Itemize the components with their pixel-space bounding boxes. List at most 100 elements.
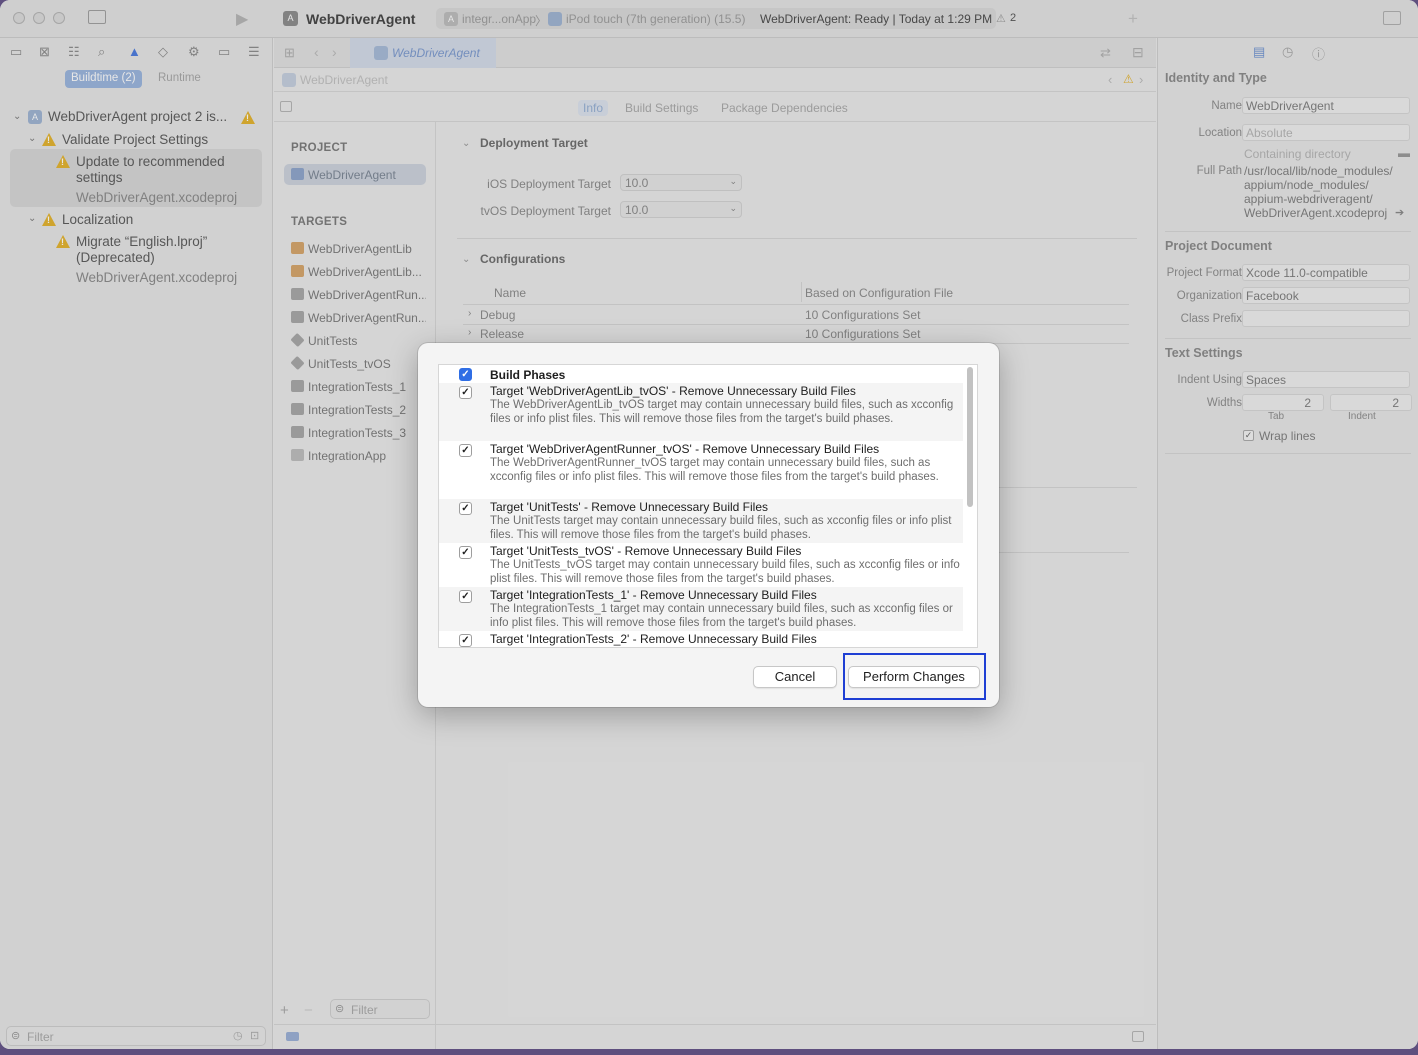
- warning-icon[interactable]: ⚠: [1123, 72, 1134, 86]
- folder-icon[interactable]: ▭: [10, 44, 22, 60]
- target-item[interactable]: UnitTests_tvOS: [284, 353, 426, 374]
- minimize-window-button[interactable]: [33, 12, 45, 24]
- symbol-icon[interactable]: ☷: [68, 44, 80, 60]
- source-control-icon[interactable]: ⊠: [39, 44, 50, 60]
- device-selector[interactable]: iPod touch (7th generation) (15.5): [566, 12, 745, 26]
- issue-update-settings[interactable]: Update to recommended settings: [76, 154, 246, 186]
- list-scrollbar[interactable]: [967, 367, 973, 507]
- tab-webdriveragent[interactable]: WebDriverAgent: [350, 38, 496, 68]
- add-target-icon[interactable]: +: [280, 1002, 289, 1019]
- breakpoint-icon[interactable]: ▭: [218, 44, 230, 60]
- target-item[interactable]: IntegrationTests_2: [284, 399, 426, 420]
- grid-icon[interactable]: ⊞: [284, 45, 295, 61]
- tab-package-dependencies[interactable]: Package Dependencies: [716, 100, 853, 116]
- issue-icon[interactable]: ▲: [128, 44, 141, 59]
- forward-icon[interactable]: ›: [332, 44, 337, 60]
- warning-filter-icon[interactable]: ⊡: [250, 1029, 259, 1042]
- project-item[interactable]: WebDriverAgent: [284, 164, 426, 185]
- test-icon[interactable]: ◇: [158, 44, 168, 60]
- close-window-button[interactable]: [13, 12, 25, 24]
- chevron-right-icon[interactable]: ›: [468, 327, 471, 338]
- target-item[interactable]: IntegrationTests_3: [284, 422, 426, 443]
- file-inspector-icon[interactable]: ▤: [1253, 44, 1265, 60]
- issue-migrate-lproj[interactable]: Migrate “English.lproj” (Deprecated): [76, 234, 236, 266]
- change-checkbox[interactable]: ✓: [459, 444, 472, 457]
- outline-toggle-icon[interactable]: [280, 101, 292, 112]
- target-item[interactable]: WebDriverAgentRun...: [284, 284, 426, 305]
- highlight-box: [843, 653, 986, 700]
- chevron-down-icon[interactable]: ⌄: [462, 254, 470, 265]
- chevron-down-icon[interactable]: ⌄: [462, 138, 470, 149]
- chevron-down-icon[interactable]: ⌄: [28, 213, 36, 224]
- sidebar-toggle-icon[interactable]: [88, 10, 106, 24]
- change-checkbox[interactable]: ✓: [459, 590, 472, 603]
- tab-build-settings[interactable]: Build Settings: [620, 100, 703, 116]
- tvos-deployment-popup[interactable]: 10.0 ⌄: [620, 201, 742, 218]
- issue-group-validate[interactable]: Validate Project Settings: [62, 132, 208, 147]
- reveal-in-finder-icon[interactable]: ➔: [1395, 206, 1404, 219]
- location-popup[interactable]: Absolute: [1242, 124, 1410, 141]
- tab-width-stepper[interactable]: 2: [1242, 394, 1324, 411]
- scheme-selector[interactable]: integr...onApp: [462, 12, 536, 26]
- history-icon[interactable]: ◷: [1282, 44, 1293, 60]
- help-icon[interactable]: ⓘ: [1312, 44, 1325, 63]
- ios-deployment-popup[interactable]: 10.0 ⌄: [620, 174, 742, 191]
- build-phases-checkbox[interactable]: ✓: [459, 368, 472, 381]
- next-issue-icon[interactable]: ›: [1139, 72, 1143, 87]
- project-format-popup[interactable]: Xcode 11.0-compatible: [1242, 264, 1410, 281]
- target-filter-field[interactable]: ⊜ Filter: [330, 999, 430, 1019]
- organization-field[interactable]: Facebook: [1242, 287, 1410, 304]
- config-debug-name[interactable]: Debug: [480, 308, 515, 322]
- tab-info[interactable]: Info: [578, 100, 609, 116]
- find-icon[interactable]: ⌕: [98, 44, 105, 60]
- tag-icon[interactable]: [286, 1032, 299, 1041]
- chevron-down-icon[interactable]: ⌄: [13, 111, 21, 122]
- target-item[interactable]: WebDriverAgentRun...: [284, 307, 426, 328]
- change-checkbox[interactable]: ✓: [459, 546, 472, 559]
- wrap-lines-checkbox[interactable]: ✓: [1243, 430, 1254, 441]
- segment-runtime[interactable]: Runtime: [152, 70, 207, 88]
- target-label: IntegrationTests_2: [308, 403, 407, 417]
- name-field[interactable]: WebDriverAgent: [1242, 97, 1410, 114]
- framework-icon: [291, 265, 304, 277]
- chevron-right-icon[interactable]: ›: [468, 308, 471, 319]
- folder-icon[interactable]: ▬: [1398, 146, 1410, 160]
- cancel-button[interactable]: Cancel: [753, 666, 837, 688]
- issue-project-row[interactable]: WebDriverAgent project 2 is...: [48, 109, 227, 124]
- split-editor-icon[interactable]: ⊟: [1132, 44, 1144, 61]
- col-name-header[interactable]: Name: [494, 286, 526, 300]
- add-icon[interactable]: +: [1128, 9, 1138, 29]
- indent-width-stepper[interactable]: 2: [1330, 394, 1412, 411]
- segment-buildtime[interactable]: Buildtime (2): [65, 70, 142, 88]
- class-prefix-field[interactable]: [1242, 310, 1410, 327]
- inspector-toggle-icon[interactable]: [1383, 11, 1401, 25]
- target-item[interactable]: IntegrationApp: [284, 445, 426, 466]
- zoom-window-button[interactable]: [53, 12, 65, 24]
- remove-target-icon[interactable]: −: [304, 1002, 313, 1019]
- runner-icon: [291, 288, 304, 300]
- refresh-icon[interactable]: ⇄: [1100, 45, 1111, 61]
- navigator-filter-field[interactable]: ⊜ Filter ◷ ⊡: [6, 1026, 266, 1046]
- run-icon[interactable]: ▶: [236, 9, 248, 29]
- warning-count[interactable]: 2: [1010, 12, 1016, 24]
- indent-using-popup[interactable]: Spaces: [1242, 371, 1410, 388]
- chevron-down-icon[interactable]: ⌄: [28, 133, 36, 144]
- change-checkbox[interactable]: ✓: [459, 634, 472, 647]
- target-item[interactable]: WebDriverAgentLib: [284, 238, 426, 259]
- change-checkbox[interactable]: ✓: [459, 386, 472, 399]
- prev-issue-icon[interactable]: ‹: [1108, 72, 1112, 87]
- jump-bar-item[interactable]: WebDriverAgent: [300, 73, 388, 87]
- back-icon[interactable]: ‹: [314, 44, 319, 60]
- debug-area-toggle-icon[interactable]: [1132, 1031, 1144, 1042]
- config-release-name[interactable]: Release: [480, 327, 524, 341]
- report-icon[interactable]: ☰: [248, 44, 260, 60]
- col-based-header[interactable]: Based on Configuration File: [805, 286, 953, 300]
- clock-icon[interactable]: ◷: [233, 1029, 243, 1042]
- target-item[interactable]: UnitTests: [284, 330, 426, 351]
- issue-group-localization[interactable]: Localization: [62, 212, 133, 227]
- divider: [1165, 231, 1411, 232]
- target-item[interactable]: WebDriverAgentLib...: [284, 261, 426, 282]
- debug-icon[interactable]: ⚙: [188, 44, 200, 60]
- target-item[interactable]: IntegrationTests_1: [284, 376, 426, 397]
- change-checkbox[interactable]: ✓: [459, 502, 472, 515]
